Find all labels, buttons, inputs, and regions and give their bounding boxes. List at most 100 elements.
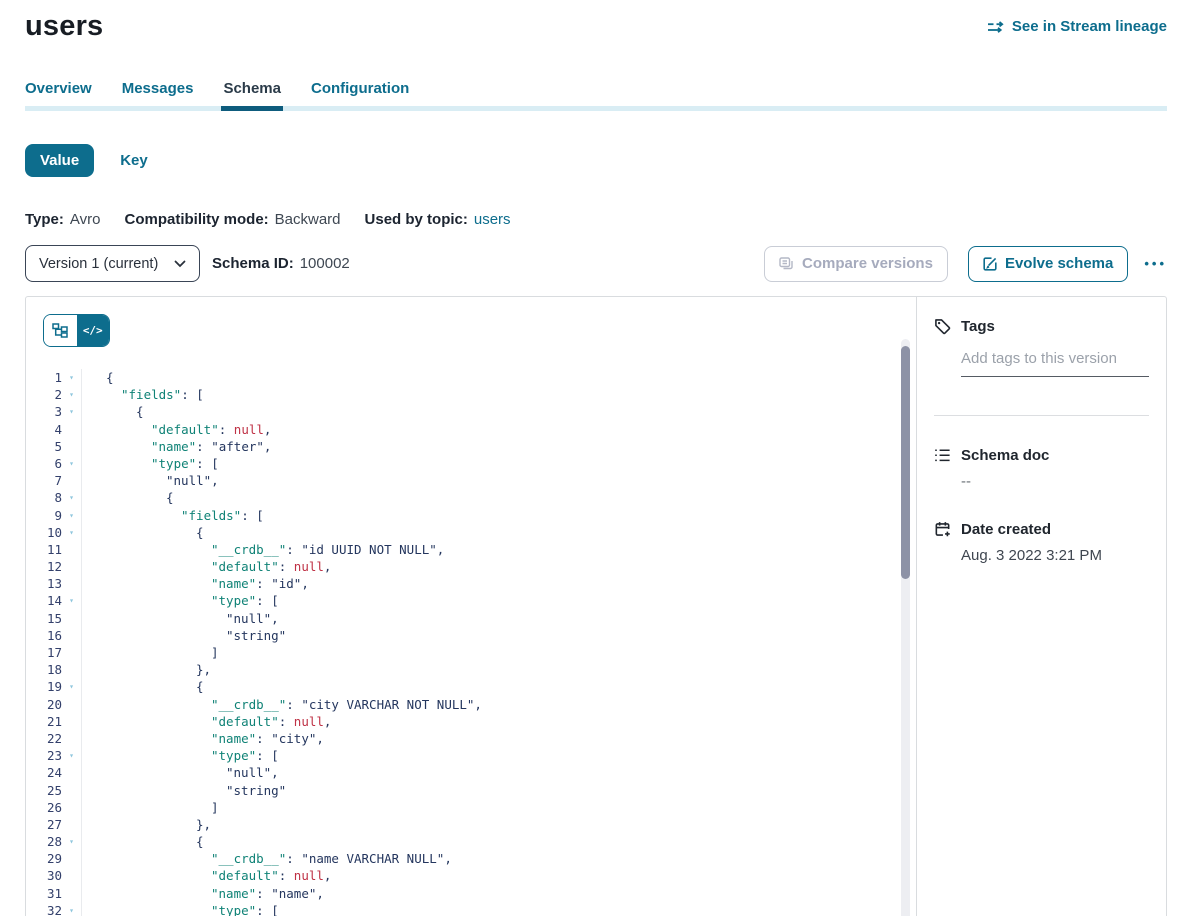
- fold-spacer: [62, 541, 81, 558]
- value-toggle-button[interactable]: Value: [25, 144, 94, 177]
- fold-toggle-icon[interactable]: ▾: [62, 678, 81, 695]
- code-text: "default": null,: [81, 713, 331, 730]
- fold-toggle-icon[interactable]: ▾: [62, 833, 81, 850]
- tab-overview[interactable]: Overview: [25, 80, 92, 111]
- line-number: 28: [26, 833, 62, 850]
- version-bar: Version 1 (current) Schema ID: 100002 Co…: [25, 245, 1167, 282]
- key-toggle-link[interactable]: Key: [120, 152, 148, 169]
- tree-view-icon: [52, 323, 68, 338]
- code-line: 19▾{: [26, 678, 916, 695]
- code-text: "string": [81, 627, 286, 644]
- date-created-value: Aug. 3 2022 3:21 PM: [961, 547, 1149, 564]
- fold-spacer: [62, 850, 81, 867]
- fold-toggle-icon[interactable]: ▾: [62, 489, 81, 506]
- line-number: 19: [26, 678, 62, 695]
- code-line: 13"name": "id",: [26, 575, 916, 592]
- date-created-section: Date created Aug. 3 2022 3:21 PM: [934, 521, 1149, 564]
- fold-spacer: [62, 575, 81, 592]
- topic-tabs: Overview Messages Schema Configuration: [25, 80, 1167, 111]
- tag-icon: [934, 318, 951, 335]
- code-line: 1▾{: [26, 369, 916, 386]
- line-number: 20: [26, 696, 62, 713]
- code-line: 5"name": "after",: [26, 438, 916, 455]
- code-text: },: [81, 816, 211, 833]
- compare-versions-button[interactable]: Compare versions: [764, 246, 948, 282]
- editor-scrollbar-track[interactable]: [901, 339, 910, 916]
- code-text: ]: [81, 644, 219, 661]
- code-line: 16"string": [26, 627, 916, 644]
- fold-toggle-icon[interactable]: ▾: [62, 592, 81, 609]
- tab-schema[interactable]: Schema: [223, 80, 281, 111]
- code-text: "name": "city",: [81, 730, 324, 747]
- code-line: 10▾{: [26, 524, 916, 541]
- code-line: 15"null",: [26, 610, 916, 627]
- code-text: "default": null,: [81, 867, 331, 884]
- code-line: 26]: [26, 799, 916, 816]
- line-number: 6: [26, 455, 62, 472]
- code-text: "type": [: [81, 902, 279, 916]
- tags-section-header: Tags: [934, 318, 1149, 335]
- fold-toggle-icon[interactable]: ▾: [62, 902, 81, 916]
- more-actions-button[interactable]: •••: [1144, 256, 1167, 271]
- fold-toggle-icon[interactable]: ▾: [62, 369, 81, 386]
- editor-scrollbar-thumb[interactable]: [901, 346, 910, 579]
- tab-messages[interactable]: Messages: [122, 80, 194, 111]
- code-text: "name": "id",: [81, 575, 309, 592]
- code-text: "fields": [: [81, 507, 264, 524]
- fold-spacer: [62, 713, 81, 730]
- type-label: Type:: [25, 211, 64, 228]
- code-view-button[interactable]: </>: [77, 315, 110, 346]
- code-line: 32▾"type": [: [26, 902, 916, 916]
- line-number: 21: [26, 713, 62, 730]
- code-text: "default": null,: [81, 421, 271, 438]
- code-line: 25"string": [26, 782, 916, 799]
- code-line: 18},: [26, 661, 916, 678]
- see-in-stream-lineage-link[interactable]: See in Stream lineage: [987, 18, 1167, 35]
- line-number: 18: [26, 661, 62, 678]
- fold-toggle-icon[interactable]: ▾: [62, 747, 81, 764]
- evolve-schema-button[interactable]: Evolve schema: [968, 246, 1128, 282]
- tree-view-button[interactable]: [44, 315, 77, 346]
- code-line: 9▾"fields": [: [26, 507, 916, 524]
- tab-configuration[interactable]: Configuration: [311, 80, 409, 111]
- used-by-topic-link[interactable]: users: [474, 211, 511, 228]
- schema-panel: </> 1▾{2▾"fields": [3▾{4"default": null,…: [25, 296, 1167, 916]
- fold-toggle-icon[interactable]: ▾: [62, 386, 81, 403]
- schema-doc-title: Schema doc: [961, 447, 1049, 464]
- code-line: 23▾"type": [: [26, 747, 916, 764]
- fold-toggle-icon[interactable]: ▾: [62, 524, 81, 541]
- fold-toggle-icon[interactable]: ▾: [62, 403, 81, 420]
- compatibility-label: Compatibility mode:: [124, 211, 268, 228]
- chevron-down-icon: [174, 260, 186, 268]
- code-line: 6▾"type": [: [26, 455, 916, 472]
- fold-toggle-icon[interactable]: ▾: [62, 455, 81, 472]
- line-number: 7: [26, 472, 62, 489]
- code-line: 3▾{: [26, 403, 916, 420]
- fold-spacer: [62, 730, 81, 747]
- page-header: users See in Stream lineage: [25, 10, 1167, 43]
- code-lines: 1▾{2▾"fields": [3▾{4"default": null,5"na…: [26, 369, 916, 916]
- schema-doc-section: Schema doc --: [934, 447, 1149, 490]
- add-tags-input[interactable]: [961, 348, 1149, 377]
- line-number: 29: [26, 850, 62, 867]
- line-number: 10: [26, 524, 62, 541]
- fold-spacer: [62, 782, 81, 799]
- code-text: {: [81, 833, 204, 850]
- code-line: 4"default": null,: [26, 421, 916, 438]
- code-text: "null",: [81, 472, 219, 489]
- code-text: "type": [: [81, 592, 279, 609]
- fold-spacer: [62, 696, 81, 713]
- line-number: 17: [26, 644, 62, 661]
- code-line: 14▾"type": [: [26, 592, 916, 609]
- code-line: 17]: [26, 644, 916, 661]
- line-number: 25: [26, 782, 62, 799]
- line-number: 23: [26, 747, 62, 764]
- schema-page: users See in Stream lineage Overview Mes…: [0, 0, 1189, 916]
- line-number: 24: [26, 764, 62, 781]
- line-number: 12: [26, 558, 62, 575]
- version-select[interactable]: Version 1 (current): [25, 245, 200, 282]
- schema-id-value: 100002: [300, 255, 350, 272]
- fold-toggle-icon[interactable]: ▾: [62, 507, 81, 524]
- fold-spacer: [62, 438, 81, 455]
- code-text: {: [81, 403, 144, 420]
